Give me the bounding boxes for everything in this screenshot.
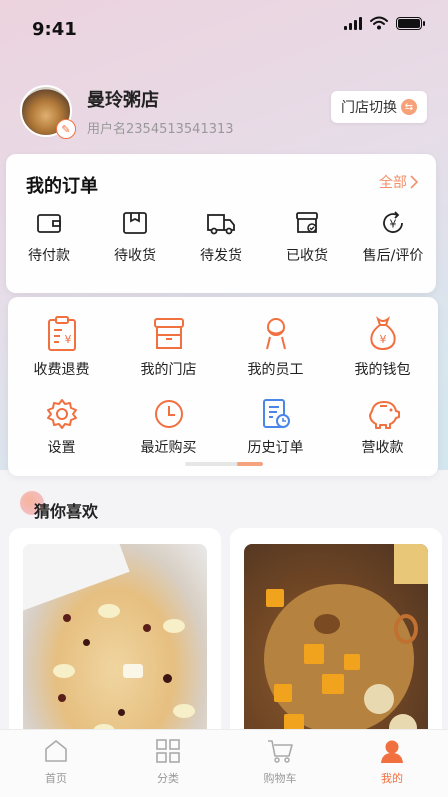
tool-item-my-store[interactable]: 我的门店 bbox=[115, 315, 222, 379]
truck-icon bbox=[207, 214, 235, 235]
battery-icon bbox=[396, 16, 425, 30]
tool-item-label: 历史订单 bbox=[247, 440, 304, 456]
tab-label: 分类 bbox=[157, 772, 179, 785]
tab-cart[interactable]: 购物车 bbox=[224, 730, 336, 797]
user-icon bbox=[381, 740, 403, 763]
svg-text:¥: ¥ bbox=[379, 333, 386, 346]
status-icons bbox=[344, 16, 425, 30]
tab-bar: 首页 分类 购物车 我的 bbox=[0, 729, 448, 797]
order-item-pending-receipt[interactable]: 待收货 bbox=[92, 209, 178, 265]
tool-item-label: 我的员工 bbox=[247, 362, 304, 378]
product-image-crepe bbox=[23, 544, 207, 754]
orders-all-link[interactable]: 全部 bbox=[379, 172, 418, 192]
tab-home[interactable]: 首页 bbox=[0, 730, 112, 797]
tab-category[interactable]: 分类 bbox=[112, 730, 224, 797]
grid-icon bbox=[156, 739, 180, 763]
store-switch-label: 门店切换 bbox=[341, 100, 397, 116]
store-icon bbox=[153, 318, 184, 349]
edit-badge-icon[interactable]: ✎ bbox=[56, 119, 76, 139]
clipboard-yen-icon: ¥ bbox=[47, 316, 76, 351]
tool-item-label: 我的钱包 bbox=[354, 362, 411, 378]
store-switch-button[interactable]: 门店切换 ⇆ bbox=[331, 91, 427, 123]
page-scroll-indicator bbox=[185, 462, 263, 466]
yen-refresh-icon: ¥ bbox=[383, 211, 403, 233]
signal-icon bbox=[344, 16, 362, 30]
tool-item-revenue[interactable]: 营收款 bbox=[329, 397, 436, 457]
order-item-label: 已收货 bbox=[286, 248, 328, 264]
order-item-after-sales[interactable]: ¥ 售后/评价 bbox=[350, 209, 436, 265]
history-order-icon bbox=[262, 399, 290, 428]
recommend-title: 猜你喜欢 bbox=[34, 502, 99, 521]
orders-card: 我的订单 全部 待付款 待收货 待发货 已收货 ¥ 售后/评价 bbox=[6, 154, 436, 293]
clock-icon bbox=[154, 400, 183, 428]
money-bag-icon: ¥ bbox=[369, 316, 396, 351]
tool-item-order-history[interactable]: 历史订单 bbox=[222, 397, 329, 457]
product-card[interactable] bbox=[230, 528, 442, 758]
orders-all-label: 全部 bbox=[379, 175, 407, 191]
tool-item-label: 营收款 bbox=[361, 440, 404, 456]
order-item-pending-payment[interactable]: 待付款 bbox=[6, 209, 92, 265]
tool-item-my-wallet[interactable]: ¥ 我的钱包 bbox=[329, 315, 436, 379]
product-image-cheese bbox=[244, 544, 428, 754]
chevron-right-icon bbox=[410, 175, 418, 189]
order-item-label: 售后/评价 bbox=[362, 248, 424, 264]
tool-item-recent-purchases[interactable]: 最近购买 bbox=[115, 397, 222, 457]
product-card[interactable] bbox=[9, 528, 221, 758]
tool-item-label: 最近购买 bbox=[140, 440, 197, 456]
tool-item-my-staff[interactable]: 我的员工 bbox=[222, 315, 329, 379]
cart-icon bbox=[268, 740, 293, 763]
avatar[interactable]: ✎ bbox=[20, 85, 76, 139]
tools-card: ¥ 收费退费 我的门店 我的员工 ¥ 我的钱包 设置 最近购买 历史订单 营收款 bbox=[8, 297, 438, 476]
status-time: 9:41 bbox=[32, 19, 77, 40]
orders-title: 我的订单 bbox=[26, 176, 98, 197]
wallet-icon bbox=[37, 214, 61, 233]
svg-text:¥: ¥ bbox=[64, 333, 71, 346]
order-item-label: 待收货 bbox=[114, 248, 156, 264]
tool-item-settings[interactable]: 设置 bbox=[8, 397, 115, 457]
wifi-icon bbox=[370, 16, 388, 30]
switch-arrows-icon: ⇆ bbox=[401, 99, 417, 115]
tab-label: 我的 bbox=[381, 772, 403, 785]
piggy-bank-icon bbox=[368, 401, 400, 429]
tool-item-label: 收费退费 bbox=[33, 362, 90, 378]
svg-text:¥: ¥ bbox=[390, 218, 397, 231]
tab-mine[interactable]: 我的 bbox=[336, 730, 448, 797]
home-icon bbox=[45, 740, 67, 762]
staff-icon bbox=[265, 318, 286, 350]
order-item-label: 待发货 bbox=[200, 248, 242, 264]
status-bar: 9:41 bbox=[0, 0, 448, 58]
tool-item-label: 我的门店 bbox=[140, 362, 197, 378]
order-item-pending-shipment[interactable]: 待发货 bbox=[178, 209, 264, 265]
tool-item-label: 设置 bbox=[47, 440, 76, 456]
tool-item-billing-refund[interactable]: ¥ 收费退费 bbox=[8, 315, 115, 379]
order-item-label: 待付款 bbox=[28, 248, 70, 264]
shop-name: 曼玲粥店 bbox=[87, 90, 159, 111]
gear-icon bbox=[46, 399, 77, 429]
package-icon bbox=[123, 212, 147, 234]
received-box-icon bbox=[296, 212, 318, 233]
user-name: 用户名2354513541313 bbox=[87, 122, 234, 137]
order-status-list: 待付款 待收货 待发货 已收货 ¥ 售后/评价 bbox=[6, 209, 436, 265]
order-item-received[interactable]: 已收货 bbox=[264, 209, 350, 265]
tab-label: 首页 bbox=[45, 772, 67, 785]
tools-grid: ¥ 收费退费 我的门店 我的员工 ¥ 我的钱包 设置 最近购买 历史订单 营收款 bbox=[8, 315, 438, 457]
tab-label: 购物车 bbox=[263, 772, 297, 785]
